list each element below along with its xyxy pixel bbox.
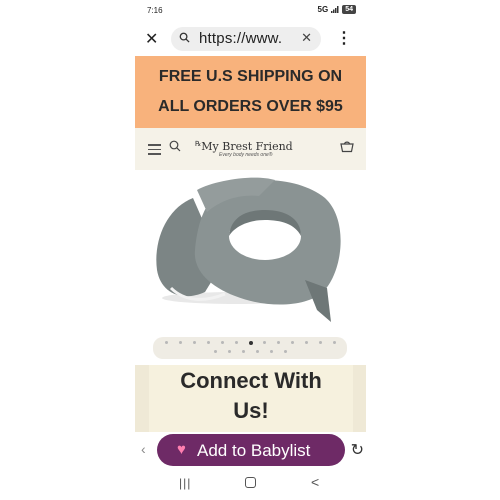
carousel-dot[interactable] xyxy=(220,341,224,344)
carousel-dot[interactable] xyxy=(248,341,253,345)
carousel-dot[interactable] xyxy=(290,341,294,344)
hamburger-menu-icon[interactable] xyxy=(148,144,161,158)
product-image[interactable] xyxy=(135,170,366,335)
clear-icon[interactable]: ✕ xyxy=(301,30,312,46)
phone-screen: 7:16 5G 54 ✕ https://www. ✕ ⋮ FREE U.S S… xyxy=(135,0,366,500)
carousel-dot[interactable] xyxy=(192,341,196,344)
brand-tagline: Every body needs one® xyxy=(219,152,273,158)
carousel-dot[interactable] xyxy=(262,341,266,344)
carousel-indicators xyxy=(153,337,347,359)
cart-icon[interactable] xyxy=(340,141,354,153)
recent-apps-icon[interactable]: ||| xyxy=(179,476,191,490)
signal-icon xyxy=(331,6,339,13)
chevron-left-icon[interactable]: ‹ xyxy=(141,441,146,457)
status-icons: 5G 54 xyxy=(318,5,356,14)
more-vert-icon[interactable]: ⋮ xyxy=(336,28,352,48)
carousel-dot[interactable] xyxy=(332,341,336,344)
carousel-dot[interactable] xyxy=(255,350,259,353)
browser-url-bar: ✕ https://www. ✕ ⋮ xyxy=(135,24,366,54)
banner-line-2: ALL ORDERS OVER $95 xyxy=(158,98,343,115)
carousel-dot[interactable] xyxy=(276,341,280,344)
system-navigation-bar: ||| < xyxy=(135,470,366,500)
carousel-dot[interactable] xyxy=(234,341,238,344)
cta-line-2: Us! xyxy=(233,398,269,423)
carousel-dot[interactable] xyxy=(178,341,182,344)
carousel-dot[interactable] xyxy=(241,350,245,353)
site-header: ℞My Brest Friend Every body needs one® xyxy=(135,128,366,170)
babylist-bar: ‹ ♥ Add to Babylist ↻ xyxy=(135,432,366,468)
url-field[interactable]: https://www. ✕ xyxy=(171,27,321,51)
status-bar: 7:16 5G 54 xyxy=(135,0,366,20)
babylist-label: Add to Babylist xyxy=(197,441,311,460)
search-icon[interactable] xyxy=(169,140,181,152)
network-label: 5G xyxy=(317,5,329,14)
carousel-dot[interactable] xyxy=(283,350,287,353)
home-icon[interactable] xyxy=(245,477,256,488)
add-to-babylist-button[interactable]: ♥ Add to Babylist xyxy=(157,434,345,466)
connect-card[interactable]: Connect With Us! xyxy=(149,365,353,435)
carousel-dot[interactable] xyxy=(227,350,231,353)
carousel-dot[interactable] xyxy=(164,341,168,344)
nursing-pillow-image xyxy=(156,177,341,322)
url-text[interactable]: https://www. xyxy=(199,30,282,47)
carousel-dot[interactable] xyxy=(269,350,273,353)
carousel-dot[interactable] xyxy=(206,341,210,344)
back-icon[interactable]: < xyxy=(311,474,319,490)
search-icon xyxy=(179,32,190,43)
carousel-dot[interactable] xyxy=(304,341,308,344)
refresh-icon[interactable]: ↻ xyxy=(351,440,364,460)
battery-indicator: 54 xyxy=(342,5,356,14)
close-icon[interactable]: ✕ xyxy=(145,29,158,49)
carousel-dot[interactable] xyxy=(318,341,322,344)
carousel-dot[interactable] xyxy=(213,350,217,353)
cta-line-1: Connect With xyxy=(180,368,322,393)
status-time: 7:16 xyxy=(147,6,163,15)
banner-line-1: FREE U.S SHIPPING ON xyxy=(158,68,343,85)
shipping-banner: FREE U.S SHIPPING ON ALL ORDERS OVER $95 xyxy=(135,56,366,128)
cta-section: Connect With Us! xyxy=(135,365,366,435)
heart-icon: ♥ xyxy=(177,441,186,458)
